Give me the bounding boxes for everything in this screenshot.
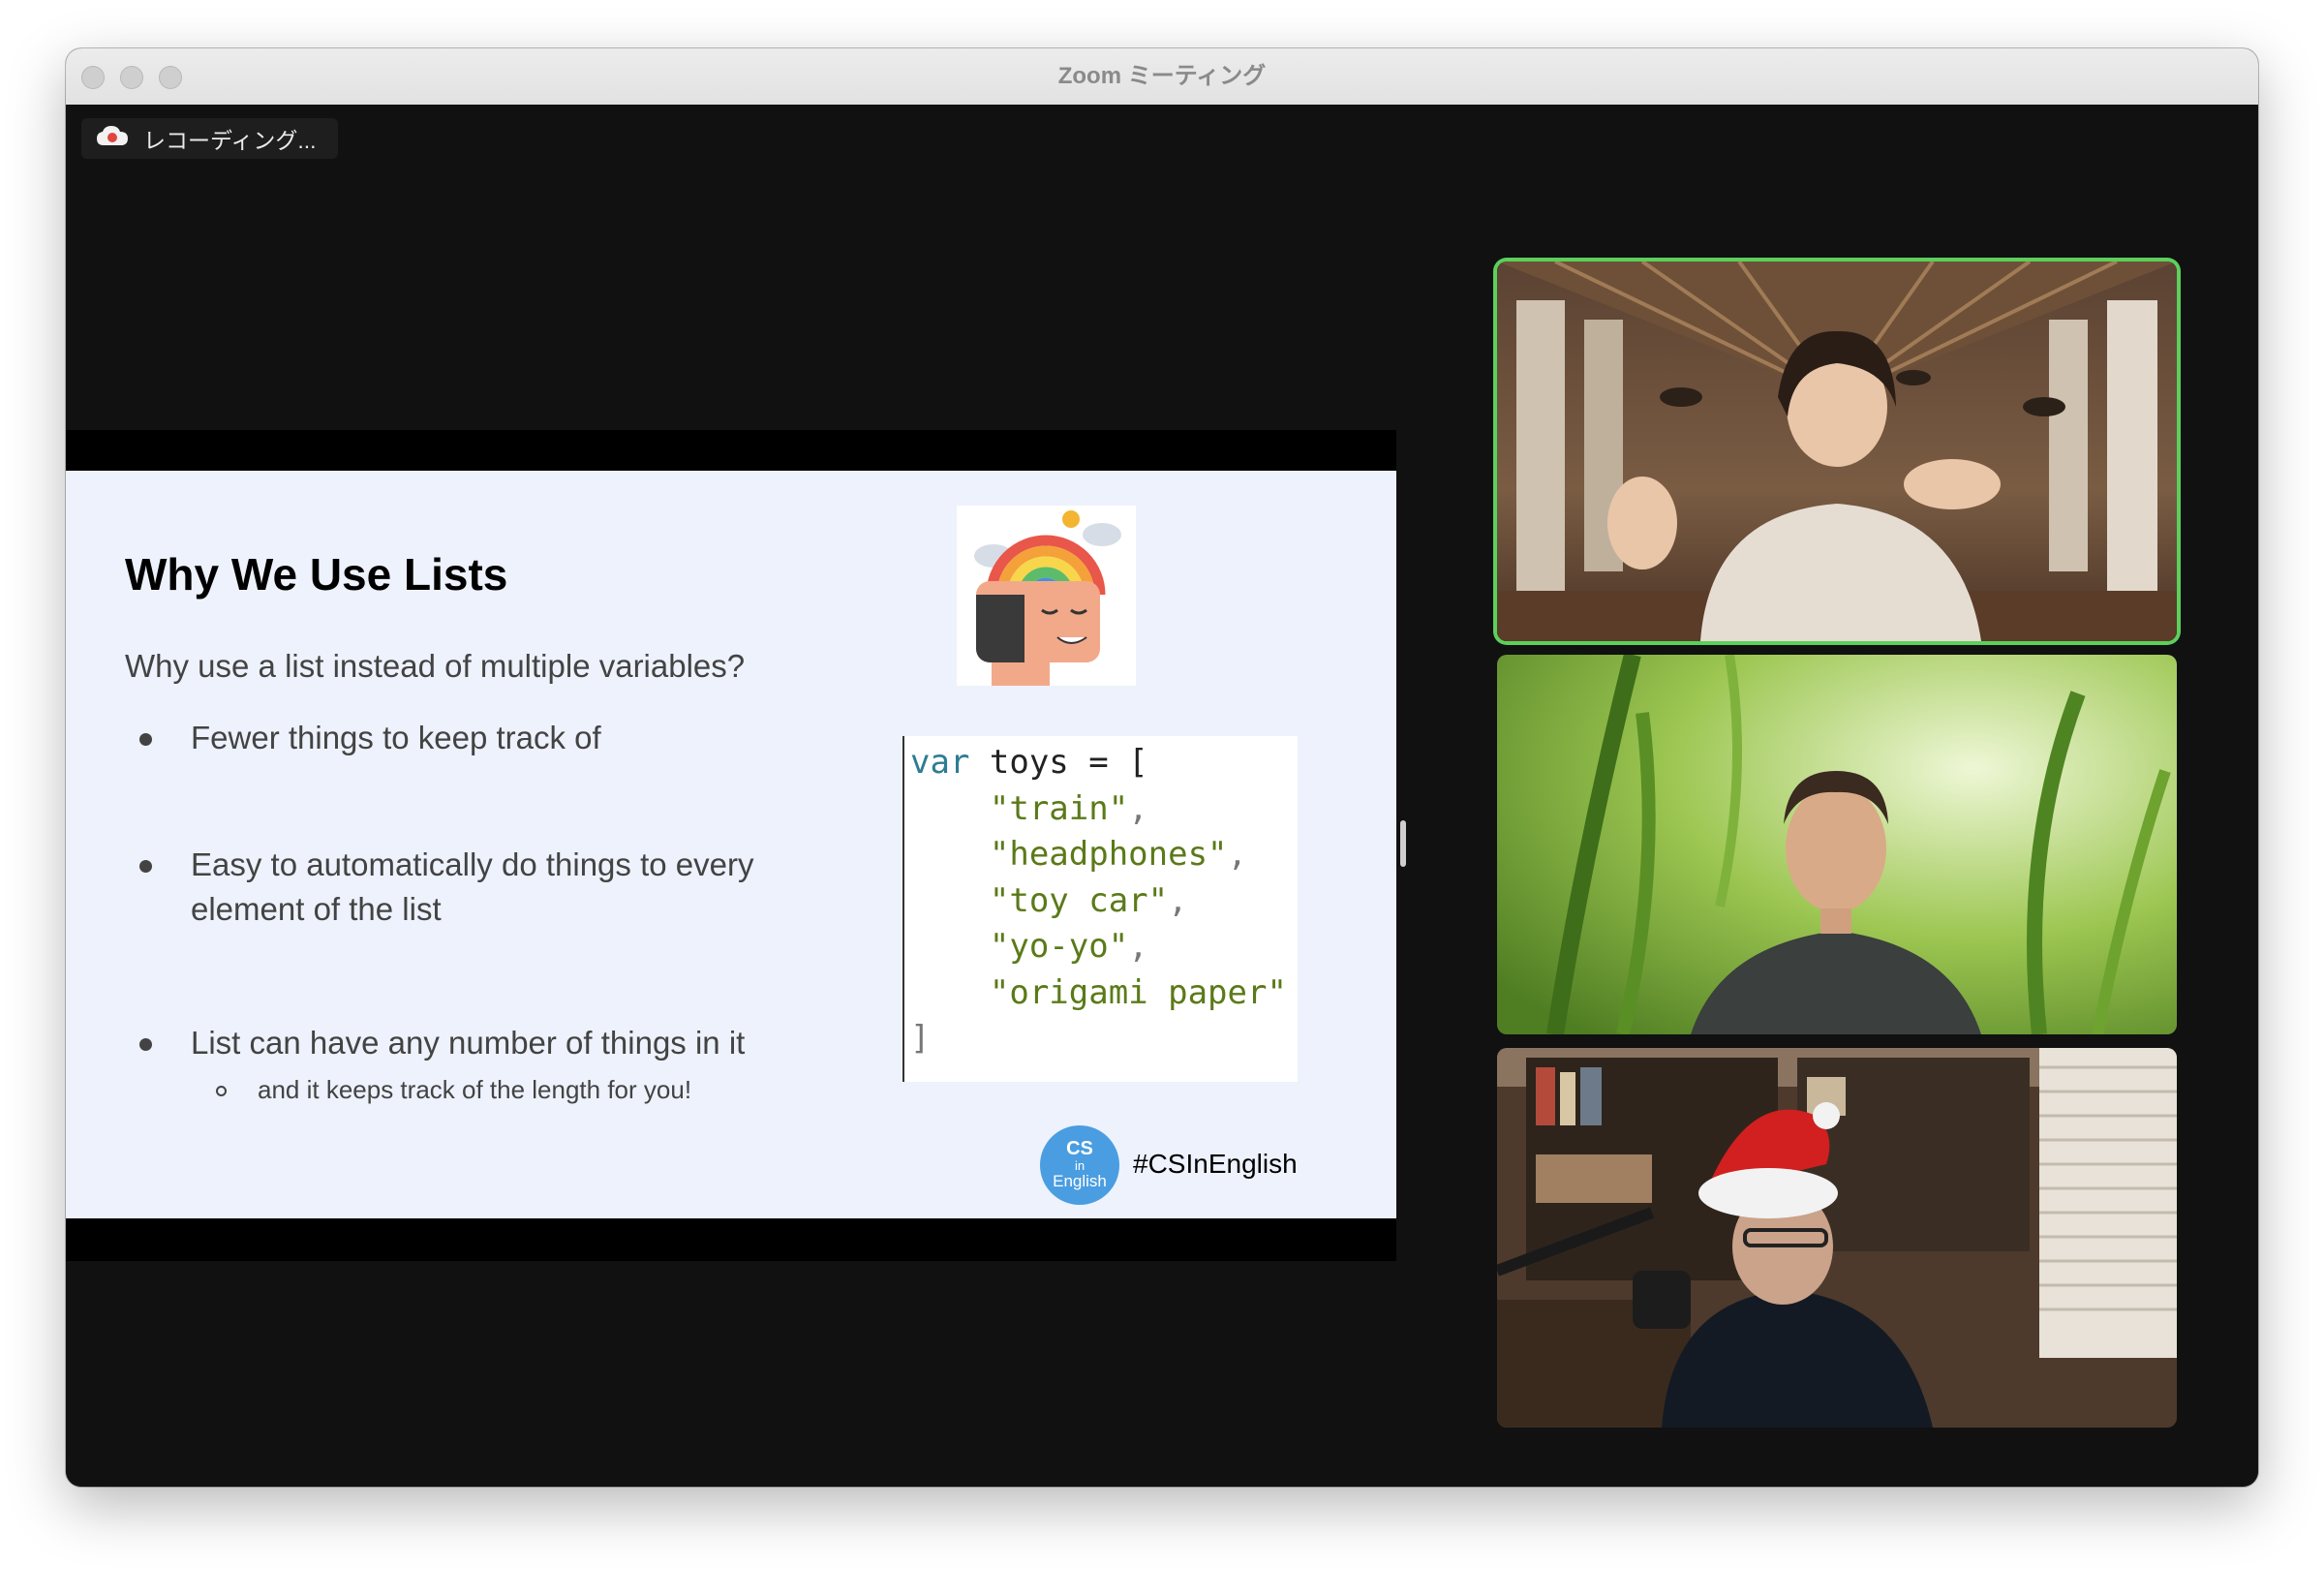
slide-subtitle: Why use a list instead of multiple varia… — [125, 648, 746, 684]
participant-video-1[interactable] — [1497, 262, 2177, 641]
sub-bullet-text: and it keeps track of the length for you… — [258, 1075, 692, 1104]
cs-in-english-logo: CS in English — [1040, 1125, 1119, 1205]
code-string: "origami paper" — [989, 972, 1287, 1012]
slide-hashtag: #CSInEnglish — [1133, 1149, 1298, 1179]
bullet-dot-icon — [139, 860, 152, 873]
code-string: "train" — [989, 788, 1129, 828]
code-string: "yo-yo" — [989, 927, 1129, 966]
zoom-window: Zoom ミーティング レコーディング... Why We Use Lists … — [66, 48, 2258, 1487]
sub-bullet-item: and it keeps track of the length for you… — [216, 1075, 692, 1105]
code-keyword: var — [910, 743, 970, 782]
code-declaration: toys = [ — [969, 743, 1148, 782]
code-string: "toy car" — [989, 880, 1169, 920]
participant-video-3[interactable] — [1497, 1048, 2177, 1428]
hollow-bullet-icon — [216, 1086, 227, 1096]
bullet-item: Easy to automatically do things to every… — [139, 843, 849, 932]
presentation-slide: Why We Use Lists Why use a list instead … — [66, 471, 1396, 1218]
window-title: Zoom ミーティング — [1057, 63, 1267, 89]
recording-indicator[interactable]: レコーディング... — [81, 118, 338, 159]
bullet-item: Fewer things to keep track of — [139, 716, 849, 760]
meeting-content: レコーディング... Why We Use Lists Why use a li… — [66, 105, 2258, 1487]
resize-handle[interactable] — [1400, 820, 1406, 867]
bullet-item: List can have any number of things in it — [139, 1021, 849, 1065]
code-string: "headphones" — [989, 835, 1228, 874]
bullet-dot-icon — [139, 1038, 152, 1051]
participant-video-2[interactable] — [1497, 655, 2177, 1034]
title-bar: Zoom ミーティング — [66, 48, 2258, 106]
screen-share-area: Why We Use Lists Why use a list instead … — [66, 430, 1396, 1261]
bullet-text: List can have any number of things in it — [191, 1025, 746, 1061]
cloud-record-icon — [95, 124, 130, 153]
code-snippet: var toys = [ "train", "headphones", "toy… — [902, 736, 1298, 1082]
bullet-dot-icon — [139, 733, 152, 746]
slide-title: Why We Use Lists — [125, 549, 508, 600]
code-closing-bracket: ] — [910, 1019, 931, 1058]
bullet-text: Easy to automatically do things to every… — [191, 846, 754, 927]
recording-label: レコーディング... — [143, 128, 317, 153]
head-rainbow-illustration — [957, 506, 1136, 686]
bullet-text: Fewer things to keep track of — [191, 720, 601, 755]
